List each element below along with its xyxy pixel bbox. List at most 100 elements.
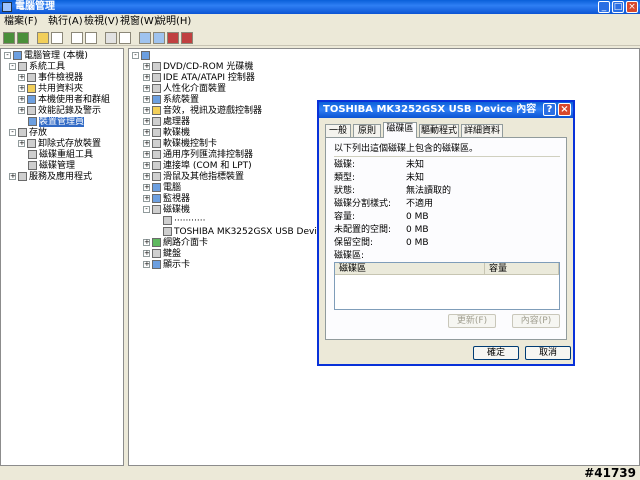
- device-category[interactable]: + 系統裝置: [143, 95, 199, 106]
- tree-item-disk-management[interactable]: 磁碟管理: [28, 161, 75, 172]
- menu-action[interactable]: 執行(A): [48, 14, 83, 30]
- refresh-button[interactable]: 更新(F): [448, 314, 496, 328]
- help-icon[interactable]: [105, 32, 117, 44]
- cancel-button[interactable]: 取消: [525, 346, 571, 360]
- tree-item-local-users[interactable]: + 本機使用者和群組: [18, 95, 110, 106]
- expand-icon[interactable]: +: [143, 107, 150, 114]
- dialog-title-bar[interactable]: TOSHIBA MK3252GSX USB Device 內容 ? ×: [319, 102, 573, 118]
- field-label: 未配置的空間:: [334, 225, 392, 235]
- tree-item-system-tools[interactable]: - 系統工具: [9, 62, 65, 73]
- print-icon[interactable]: [85, 32, 97, 44]
- defrag-icon: [28, 150, 37, 159]
- menu-window[interactable]: 視窗(W): [120, 14, 158, 30]
- show-tree-icon[interactable]: [51, 32, 63, 44]
- menu-file[interactable]: 檔案(F): [4, 14, 38, 30]
- device-category[interactable]: + 電腦: [143, 183, 181, 194]
- tree-item-shared-folders[interactable]: + 共用資料夾: [18, 84, 83, 95]
- column-header-volume[interactable]: 磁碟區: [335, 263, 485, 275]
- volume-properties-button[interactable]: 內容(P): [512, 314, 560, 328]
- tab-driver[interactable]: 驅動程式: [419, 124, 459, 137]
- expand-icon[interactable]: +: [143, 239, 150, 246]
- tab-details[interactable]: 詳細資料: [461, 124, 503, 137]
- device-category[interactable]: + 顯示卡: [143, 260, 190, 271]
- device-root[interactable]: -: [132, 51, 152, 62]
- tree-item-device-manager[interactable]: 裝置管理員: [28, 117, 85, 128]
- collapse-icon[interactable]: -: [4, 52, 11, 59]
- tree-item-removable-storage[interactable]: + 卸除式存放裝置: [18, 139, 101, 150]
- expand-icon[interactable]: +: [143, 261, 150, 268]
- window-title-bar[interactable]: 電腦管理 _ □ ×: [0, 0, 640, 14]
- device-category[interactable]: + DVD/CD-ROM 光碟機: [143, 62, 253, 73]
- maximize-button[interactable]: □: [612, 1, 624, 13]
- tab-volumes[interactable]: 磁碟區: [383, 122, 417, 138]
- expand-icon[interactable]: +: [18, 74, 25, 81]
- minimize-button[interactable]: _: [598, 1, 610, 13]
- tree-item-storage[interactable]: - 存放: [9, 128, 47, 139]
- device-item-toshiba[interactable]: TOSHIBA MK3252GSX USB Device: [163, 227, 327, 238]
- tree-item-services[interactable]: + 服務及應用程式: [9, 172, 92, 183]
- device-category[interactable]: + 處理器: [143, 117, 190, 128]
- column-header-capacity[interactable]: 容量: [485, 263, 559, 275]
- expand-icon[interactable]: +: [143, 96, 150, 103]
- expand-icon[interactable]: +: [143, 195, 150, 202]
- device-category[interactable]: + 通用序列匯流排控制器: [143, 150, 253, 161]
- device-category[interactable]: + 軟碟機控制卡: [143, 139, 217, 150]
- device-category[interactable]: + 軟碟機: [143, 128, 190, 139]
- expand-icon[interactable]: +: [18, 107, 25, 114]
- field-label: 磁碟:: [334, 160, 356, 170]
- tree-item-computer-management[interactable]: - 電腦管理 (本機): [4, 51, 88, 62]
- up-folder-icon[interactable]: [37, 32, 49, 44]
- expand-icon[interactable]: +: [143, 85, 150, 92]
- collapse-icon[interactable]: -: [143, 206, 150, 213]
- disable-device-icon[interactable]: [167, 32, 179, 44]
- collapse-icon[interactable]: -: [9, 63, 16, 70]
- expand-icon[interactable]: +: [143, 74, 150, 81]
- expand-icon[interactable]: +: [143, 162, 150, 169]
- device-category[interactable]: - 磁碟機: [143, 205, 190, 216]
- device-category[interactable]: + 鍵盤: [143, 249, 181, 260]
- close-button[interactable]: ×: [626, 1, 638, 13]
- device-category[interactable]: + 監視器: [143, 194, 190, 205]
- expand-icon[interactable]: +: [143, 63, 150, 70]
- view-icon[interactable]: [119, 32, 131, 44]
- forward-icon[interactable]: [17, 32, 29, 44]
- menu-help[interactable]: 說明(H): [156, 14, 191, 30]
- collapse-icon[interactable]: -: [132, 52, 139, 59]
- volumes-list[interactable]: 磁碟區 容量: [334, 262, 560, 310]
- device-item[interactable]: ···········: [163, 216, 205, 227]
- field-label: 保留空間:: [334, 238, 374, 248]
- expand-icon[interactable]: +: [143, 118, 150, 125]
- expand-icon[interactable]: +: [143, 129, 150, 136]
- device-category[interactable]: + 音效，視訊及遊戲控制器: [143, 106, 262, 117]
- expand-icon[interactable]: +: [143, 250, 150, 257]
- back-icon[interactable]: [3, 32, 15, 44]
- tree-item-event-viewer[interactable]: + 事件檢視器: [18, 73, 83, 84]
- ok-button[interactable]: 確定: [473, 346, 519, 360]
- expand-icon[interactable]: +: [143, 151, 150, 158]
- device-category[interactable]: + 網路介面卡: [143, 238, 208, 249]
- properties-icon[interactable]: [71, 32, 83, 44]
- device-category[interactable]: + 人性化介面裝置: [143, 84, 226, 95]
- help-button[interactable]: ?: [543, 103, 556, 116]
- field-value: 不適用: [406, 199, 434, 209]
- scan-hardware-icon[interactable]: [139, 32, 151, 44]
- device-category[interactable]: + 滑鼠及其他指標裝置: [143, 172, 244, 183]
- menu-view[interactable]: 檢視(V): [84, 14, 119, 30]
- expand-icon[interactable]: +: [18, 140, 25, 147]
- expand-icon[interactable]: +: [143, 173, 150, 180]
- device-category[interactable]: + 連接埠 (COM 和 LPT): [143, 161, 252, 172]
- expand-icon[interactable]: +: [9, 173, 16, 180]
- tree-item-defrag[interactable]: 磁碟重組工具: [28, 150, 93, 161]
- device-category[interactable]: + IDE ATA/ATAPI 控制器: [143, 73, 255, 84]
- tab-policies[interactable]: 原則: [353, 124, 381, 137]
- tab-general[interactable]: 一般: [325, 124, 351, 137]
- dialog-close-button[interactable]: ×: [558, 103, 571, 116]
- expand-icon[interactable]: +: [18, 85, 25, 92]
- update-driver-icon[interactable]: [153, 32, 165, 44]
- tree-item-performance[interactable]: + 效能記錄及警示: [18, 106, 101, 117]
- expand-icon[interactable]: +: [143, 184, 150, 191]
- uninstall-device-icon[interactable]: [181, 32, 193, 44]
- collapse-icon[interactable]: -: [9, 129, 16, 136]
- expand-icon[interactable]: +: [143, 140, 150, 147]
- expand-icon[interactable]: +: [18, 96, 25, 103]
